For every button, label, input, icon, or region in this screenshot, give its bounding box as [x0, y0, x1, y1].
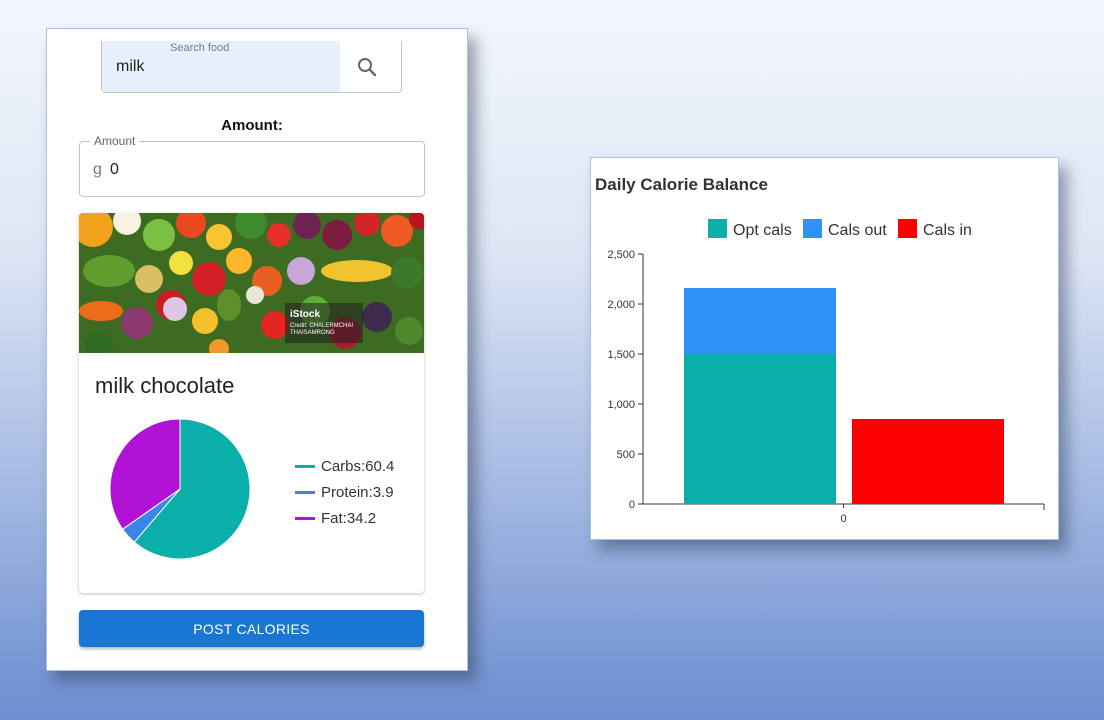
amount-unit: g — [93, 161, 102, 178]
legend-swatch-cals-in — [898, 219, 917, 238]
legend-label-cals-in: Cals in — [923, 222, 972, 239]
legend-swatch-cals-out — [803, 219, 822, 238]
legend-item-fat: Fat:34.2 — [295, 505, 394, 531]
legend-swatch-protein — [295, 490, 315, 494]
calorie-bar-chart: Opt cals Cals out Cals in 0 500 1,000 1,500 2,0… — [607, 219, 1045, 525]
legend-label-cals-out: Cals out — [828, 222, 887, 239]
image-credit-brand: iStock — [290, 309, 320, 320]
legend-item-protein: Protein:3.9 — [295, 479, 394, 505]
image-credit-line1: Credit: CHALERMCHAI — [290, 323, 353, 329]
post-calories-button[interactable]: POST CALORIES — [79, 610, 424, 647]
y-tick-label: 1,500 — [607, 349, 635, 361]
legend-label-opt-cals: Opt cals — [733, 222, 792, 239]
search-input[interactable]: milk — [116, 58, 144, 76]
y-tick-label: 0 — [629, 499, 635, 511]
legend-label-protein: Protein:3.9 — [321, 483, 394, 501]
y-tick-label: 2,500 — [607, 249, 635, 261]
search-label: Search food — [170, 42, 230, 54]
x-tick-label: 0 — [840, 513, 846, 525]
nutrient-pie-svg — [109, 418, 251, 560]
nutrient-legend: Carbs:60.4 Protein:3.9 Fat:34.2 — [295, 453, 394, 531]
image-credit-line2: THAISAMRONG — [290, 330, 335, 336]
amount-input[interactable]: 0 — [110, 161, 119, 179]
legend-swatch-carbs — [295, 464, 315, 468]
bar-cals-in — [852, 419, 1004, 504]
food-card: iStock Credit: CHALERMCHAI THAISAMRONG m… — [79, 213, 424, 593]
calorie-balance-panel: Daily Calorie Balance Opt cals Cals out Ca… — [590, 157, 1059, 540]
search-button[interactable] — [352, 53, 382, 81]
y-tick-label: 500 — [617, 449, 635, 461]
amount-field[interactable]: Amount g 0 — [79, 134, 425, 197]
bar-cals-out — [684, 288, 836, 354]
amount-label: Amount — [90, 134, 140, 148]
y-tick-label: 1,000 — [607, 399, 635, 411]
amount-heading: Amount: — [221, 117, 283, 134]
vegetables-image: iStock Credit: CHALERMCHAI THAISAMRONG — [79, 213, 424, 353]
legend-swatch-opt-cals — [708, 219, 727, 238]
legend-label-fat: Fat:34.2 — [321, 509, 377, 527]
nutrient-pie-chart — [107, 416, 253, 562]
search-icon — [358, 58, 377, 77]
search-field[interactable]: Search food milk — [101, 41, 402, 93]
food-entry-panel: Search food milk Amount: Amount g 0 iSto… — [46, 28, 468, 671]
legend-swatch-fat — [295, 516, 315, 520]
food-name: milk chocolate — [95, 373, 235, 398]
bar-opt-cals — [684, 354, 836, 504]
legend-label-carbs: Carbs:60.4 — [321, 457, 395, 475]
y-tick-label: 2,000 — [607, 299, 635, 311]
legend-item-carbs: Carbs:60.4 — [295, 453, 394, 479]
